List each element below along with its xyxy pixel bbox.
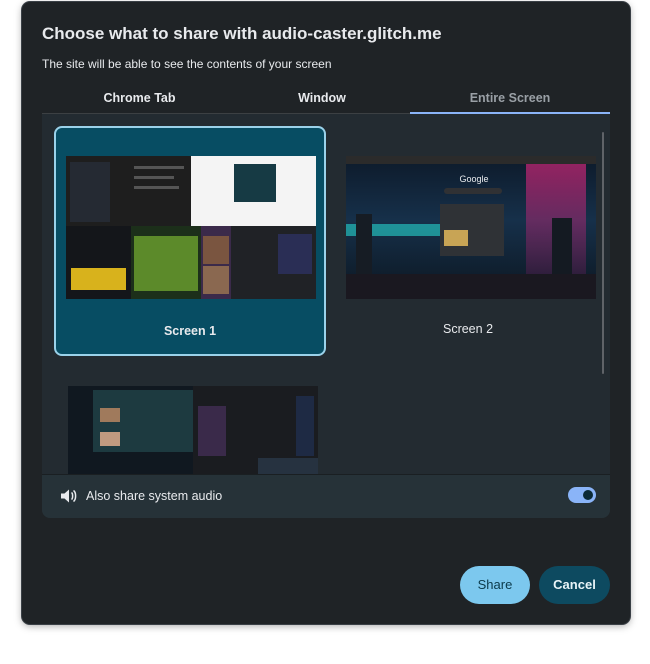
screen-grid: Screen 1 Google Screen 2: [42, 114, 602, 474]
audio-share-bar: Also share system audio: [42, 474, 610, 518]
cancel-button[interactable]: Cancel: [539, 566, 610, 604]
screen-2-thumbnail: Google: [346, 156, 596, 299]
tab-entire-screen[interactable]: Entire Screen: [410, 84, 610, 114]
screen-card-3[interactable]: [54, 372, 326, 474]
screen-1-label: Screen 1: [163, 324, 217, 338]
screen-2-label: Screen 2: [442, 322, 494, 336]
share-button[interactable]: Share: [460, 566, 530, 604]
screen-card-1[interactable]: Screen 1: [54, 126, 326, 356]
tab-window[interactable]: Window: [237, 84, 407, 112]
toggle-knob: [583, 490, 593, 500]
system-audio-toggle[interactable]: [568, 487, 596, 503]
screen-card-2[interactable]: Google Screen 2: [332, 126, 602, 356]
dialog-title: Choose what to share with audio-caster.g…: [42, 24, 442, 43]
dialog-subtitle: The site will be able to see the content…: [42, 57, 332, 71]
speaker-icon: [61, 489, 77, 503]
screen-1-thumbnail: [66, 156, 316, 299]
screen-picker-panel: Screen 1 Google Screen 2 Also share syst…: [42, 114, 610, 518]
tab-bar: Chrome Tab Window Entire Screen: [42, 84, 610, 114]
tab-chrome-tab[interactable]: Chrome Tab: [42, 84, 237, 112]
share-dialog: Choose what to share with audio-caster.g…: [22, 2, 630, 624]
scrollbar[interactable]: [602, 132, 604, 374]
screen-3-thumbnail: [68, 386, 318, 474]
audio-label: Also share system audio: [86, 489, 223, 503]
screen-2-preview-text: Google: [459, 174, 489, 184]
